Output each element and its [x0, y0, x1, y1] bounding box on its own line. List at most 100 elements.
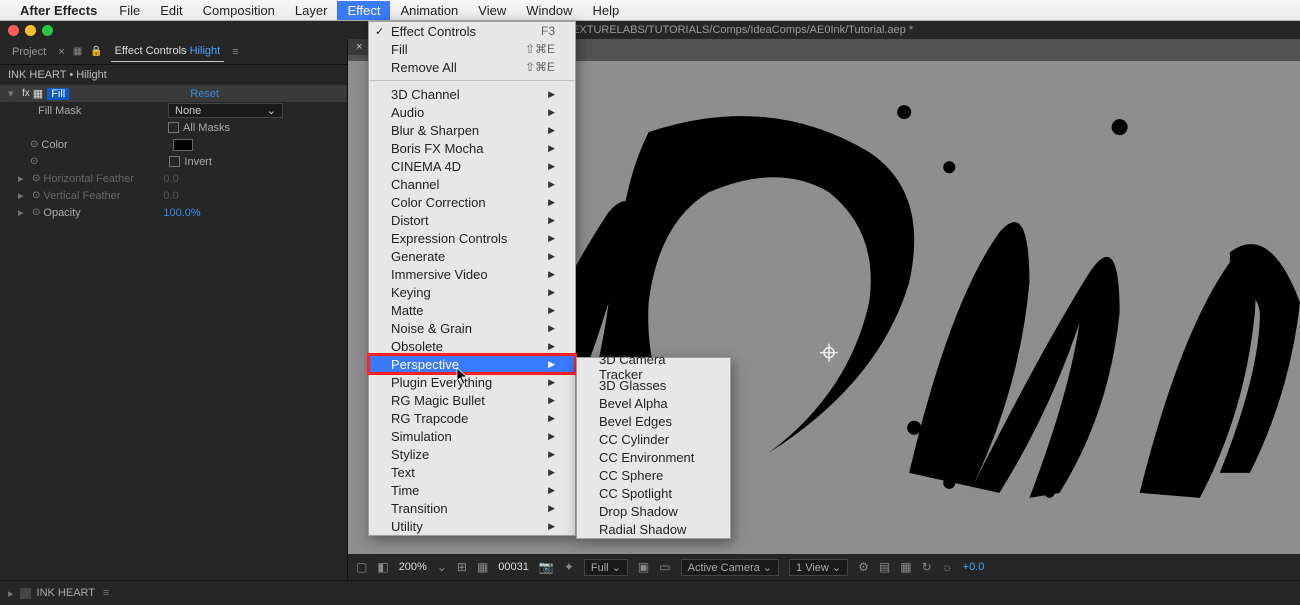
menu-layer[interactable]: Layer: [285, 1, 338, 20]
v-feather-value[interactable]: 0.0: [163, 190, 178, 202]
mi-category-utility[interactable]: Utility▶: [369, 517, 575, 535]
mi-category-blur-sharpen[interactable]: Blur & Sharpen▶: [369, 121, 575, 139]
mi-category-stylize[interactable]: Stylize▶: [369, 445, 575, 463]
mask-icon[interactable]: ◧: [377, 560, 388, 574]
fast-preview-icon[interactable]: ⚙: [858, 560, 869, 574]
h-feather-value[interactable]: 0.0: [163, 173, 178, 185]
timeline-icon[interactable]: ▤: [879, 560, 890, 574]
menu-edit[interactable]: Edit: [150, 1, 192, 20]
stopwatch-icon[interactable]: ⊙: [32, 207, 40, 218]
mi-3d-camera-tracker[interactable]: 3D Camera Tracker: [577, 358, 730, 376]
mi-bevel-alpha[interactable]: Bevel Alpha: [577, 394, 730, 412]
app-name[interactable]: After Effects: [20, 3, 97, 18]
panel-menu-icon[interactable]: ≡: [232, 46, 238, 58]
effect-preset-icon[interactable]: ▦: [33, 87, 43, 100]
views-dropdown[interactable]: 1 View ⌄: [789, 559, 848, 576]
mi-category-generate[interactable]: Generate▶: [369, 247, 575, 265]
twirl-down-icon[interactable]: ▾: [8, 87, 16, 100]
snapshot-icon[interactable]: 📷: [539, 560, 554, 574]
mi-category-rg-trapcode[interactable]: RG Trapcode▶: [369, 409, 575, 427]
transparency-icon[interactable]: ▣: [638, 560, 649, 574]
menu-composition[interactable]: Composition: [193, 1, 285, 20]
close-window-button[interactable]: [8, 25, 19, 36]
mi-last-effect[interactable]: Fill⇧⌘E: [369, 40, 575, 58]
region-icon[interactable]: ▭: [659, 560, 670, 574]
mi-category-cinema-4d[interactable]: CINEMA 4D▶: [369, 157, 575, 175]
tab-effect-controls[interactable]: Effect Controls Hilight: [111, 41, 225, 62]
mi-category-noise-grain[interactable]: Noise & Grain▶: [369, 319, 575, 337]
mi-category-color-correction[interactable]: Color Correction▶: [369, 193, 575, 211]
menu-animation[interactable]: Animation: [390, 1, 468, 20]
mi-category-immersive-video[interactable]: Immersive Video▶: [369, 265, 575, 283]
mi-cc-environment[interactable]: CC Environment: [577, 448, 730, 466]
mi-category-perspective[interactable]: Perspective▶: [369, 355, 575, 373]
mi-category-obsolete[interactable]: Obsolete▶: [369, 337, 575, 355]
camera-dropdown[interactable]: Active Camera ⌄: [681, 559, 779, 576]
lock-icon[interactable]: 🔒: [90, 46, 102, 57]
alpha-icon[interactable]: ▢: [356, 560, 367, 574]
resolution-dropdown[interactable]: Full ⌄: [584, 559, 628, 576]
comp-name[interactable]: INK HEART: [37, 587, 95, 599]
fill-mask-dropdown[interactable]: None⌄: [168, 103, 283, 118]
mi-category-distort[interactable]: Distort▶: [369, 211, 575, 229]
mi-cc-sphere[interactable]: CC Sphere: [577, 466, 730, 484]
mi-category-channel[interactable]: Channel▶: [369, 175, 575, 193]
mi-category-audio[interactable]: Audio▶: [369, 103, 575, 121]
mi-category-3d-channel[interactable]: 3D Channel▶: [369, 85, 575, 103]
twirl-right-icon[interactable]: ▸: [18, 206, 26, 219]
mi-category-text[interactable]: Text▶: [369, 463, 575, 481]
all-masks-checkbox[interactable]: [168, 122, 179, 133]
mi-bevel-edges[interactable]: Bevel Edges: [577, 412, 730, 430]
panel-menu-icon[interactable]: ≡: [103, 587, 109, 599]
grid-icon[interactable]: ⊞: [457, 560, 467, 574]
mi-cc-spotlight[interactable]: CC Spotlight: [577, 484, 730, 502]
exposure-icon[interactable]: ☼: [942, 560, 953, 574]
mi-category-boris-fx-mocha[interactable]: Boris FX Mocha▶: [369, 139, 575, 157]
maximize-window-button[interactable]: [42, 25, 53, 36]
reset-button[interactable]: Reset: [190, 88, 219, 100]
tab-close-icon[interactable]: ×: [58, 46, 64, 58]
twirl-right-icon[interactable]: ▸: [18, 172, 26, 185]
mi-cc-cylinder[interactable]: CC Cylinder: [577, 430, 730, 448]
mi-category-plugin-everything[interactable]: Plugin Everything▶: [369, 373, 575, 391]
chevron-down-icon[interactable]: ⌄: [437, 560, 447, 574]
mi-category-transition[interactable]: Transition▶: [369, 499, 575, 517]
menu-help[interactable]: Help: [582, 1, 629, 20]
menu-effect[interactable]: Effect: [337, 1, 390, 20]
twirl-right-icon[interactable]: ▸: [18, 189, 26, 202]
menu-file[interactable]: File: [109, 1, 150, 20]
mi-category-matte[interactable]: Matte▶: [369, 301, 575, 319]
menu-window[interactable]: Window: [516, 1, 582, 20]
tab-project[interactable]: Project: [8, 42, 50, 62]
invert-checkbox[interactable]: [169, 156, 180, 167]
mi-category-simulation[interactable]: Simulation▶: [369, 427, 575, 445]
stopwatch-icon[interactable]: ⊙: [32, 190, 40, 201]
mi-category-keying[interactable]: Keying▶: [369, 283, 575, 301]
minimize-window-button[interactable]: [25, 25, 36, 36]
twirl-right-icon[interactable]: ▸: [8, 587, 14, 600]
frame-value[interactable]: 00031: [498, 561, 529, 573]
stopwatch-icon[interactable]: ⊙: [32, 173, 40, 184]
effect-header[interactable]: ▾ fx ▦ Fill Reset: [0, 85, 347, 102]
reset-exposure-icon[interactable]: ↻: [922, 560, 932, 574]
mi-3d-glasses[interactable]: 3D Glasses: [577, 376, 730, 394]
color-mgmt-icon[interactable]: ✦: [564, 560, 574, 574]
fx-badge-icon[interactable]: fx: [22, 88, 30, 99]
mi-category-rg-magic-bullet[interactable]: RG Magic Bullet▶: [369, 391, 575, 409]
guides-icon[interactable]: ▦: [477, 560, 488, 574]
mi-radial-shadow[interactable]: Radial Shadow: [577, 520, 730, 538]
mi-effect-controls[interactable]: ✓Effect ControlsF3: [369, 22, 575, 40]
mi-remove-all[interactable]: Remove All⇧⌘E: [369, 58, 575, 76]
exposure-value[interactable]: +0.0: [963, 561, 985, 573]
comp-flow-icon[interactable]: ▦: [900, 560, 911, 574]
stopwatch-icon[interactable]: ⊙: [30, 156, 38, 167]
mi-category-expression-controls[interactable]: Expression Controls▶: [369, 229, 575, 247]
opacity-value[interactable]: 100.0%: [163, 207, 200, 219]
zoom-value[interactable]: 200%: [399, 561, 427, 573]
stopwatch-icon[interactable]: ⊙: [30, 139, 38, 150]
effect-name[interactable]: Fill: [47, 88, 69, 100]
menu-view[interactable]: View: [468, 1, 516, 20]
mi-category-time[interactable]: Time▶: [369, 481, 575, 499]
color-swatch[interactable]: [173, 139, 193, 151]
mi-drop-shadow[interactable]: Drop Shadow: [577, 502, 730, 520]
